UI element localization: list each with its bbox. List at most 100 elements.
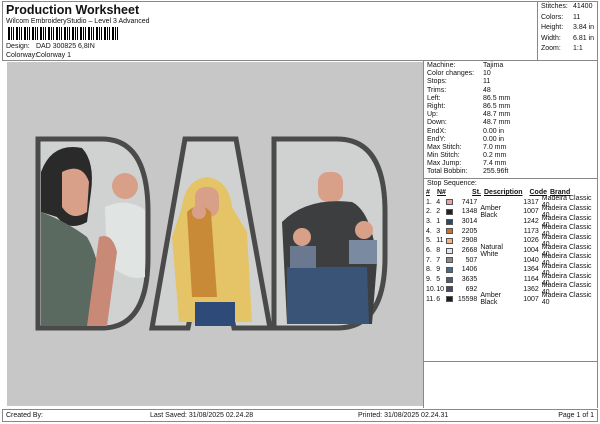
stat-value: 41400 (573, 3, 593, 10)
info-value: Tajima (483, 62, 504, 69)
software-name: Wilcom EmbroideryStudio – Level 3 Advanc… (6, 18, 150, 25)
needle-num: 2 (436, 208, 441, 216)
row-num: 9. (426, 276, 432, 284)
info-label: Stops: (427, 78, 447, 86)
color-swatch (446, 296, 454, 303)
page-title: Production Worksheet (6, 3, 140, 17)
col-desc: Description (484, 188, 523, 196)
info-value: 0.2 mm (483, 152, 507, 160)
sequence-table: 1. 4 7417 1317 Madeira Classic 40 2. 2 1348 Ambe… (424, 195, 597, 307)
info-label: Left: (427, 94, 441, 102)
stat-label: Colors: (541, 13, 564, 21)
thread-code: 1026 (523, 237, 539, 245)
stat-row: Stitches: 41400 (541, 3, 599, 14)
stat-label: Width: (541, 34, 561, 42)
info-row: EndX: 0.00 in (424, 128, 597, 136)
thread-code: 1004 (523, 247, 539, 255)
thread-code: 1007 (523, 208, 539, 216)
info-value: 86.5 mm (483, 102, 511, 110)
stitch-count: 7417 (461, 198, 478, 206)
needle-num: 11 (436, 237, 444, 245)
thread-description: Amber Black (480, 204, 501, 219)
info-value: 48.7 mm (483, 111, 511, 119)
thread-brand: Madeira Classic 40 (541, 292, 592, 307)
stitch-count: 3635 (461, 276, 478, 284)
stitch-count: 1406 (461, 266, 478, 274)
page-number: Page 1 of 1 (558, 412, 594, 419)
info-value: 48 (483, 86, 491, 94)
design-row: Design: DAD 300825 6,8IN (6, 43, 95, 50)
info-row: Stops: 11 (424, 78, 597, 86)
thread-code: 1164 (523, 276, 539, 284)
design-label: Design: (6, 43, 30, 50)
stat-value: 6.81 in (573, 34, 595, 42)
color-swatch (446, 257, 454, 264)
letter-d-left (35, 136, 151, 331)
info-value: 7.0 mm (483, 143, 507, 151)
letter-d-right (271, 136, 388, 331)
stitch-count: 2908 (461, 237, 478, 245)
thread-description: Natural White (480, 243, 503, 258)
color-swatch (446, 266, 454, 273)
info-row: Right: 86.5 mm (424, 103, 597, 111)
thread-code: 1173 (523, 227, 539, 235)
info-value: 0.00 in (483, 135, 505, 143)
row-num: 3. (426, 218, 432, 226)
info-value: 255.96ft (483, 168, 509, 176)
design-preview (7, 62, 423, 406)
needle-num: 8 (436, 247, 441, 255)
needle-num: 9 (436, 266, 441, 274)
info-row: Down: 48.7 mm (424, 119, 597, 127)
stat-value: 3.84 in (573, 24, 595, 31)
thread-code: 1364 (523, 266, 539, 274)
info-value: 7.4 mm (483, 160, 507, 168)
stat-label: Height: (541, 24, 564, 31)
info-value: 10 (483, 70, 491, 78)
stat-row: Width: 6.81 in (541, 35, 599, 46)
info-row: Max Stitch: 7.0 mm (424, 144, 597, 152)
info-label: EndY: (427, 135, 446, 143)
stat-label: Zoom: (541, 45, 561, 52)
printed-date: Printed: 31/08/2025 02.24.31 (358, 412, 449, 419)
stitch-count: 1348 (461, 208, 478, 216)
stitch-count: 2668 (461, 247, 478, 255)
color-swatch (446, 218, 454, 225)
thread-code: 1317 (523, 198, 539, 206)
col-num: # (426, 188, 430, 196)
thread-code: 1040 (523, 256, 539, 264)
info-label: Right: (427, 102, 446, 110)
row-num: 8. (426, 266, 432, 274)
info-label: Trims: (427, 86, 447, 94)
info-label: Total Bobbin: (427, 168, 468, 176)
row-num: 2. (426, 208, 432, 216)
row-num: 1. (426, 198, 432, 206)
colorway-row: Colorway:Colorway 1 (6, 52, 71, 59)
stat-row: Colors: 11 (541, 14, 599, 25)
stat-row: Height: 3.84 in (541, 24, 599, 35)
divider (424, 361, 597, 362)
worksheet-footer: Created By: Last Saved: 31/08/2025 02.24… (2, 409, 598, 422)
row-num: 7. (426, 256, 432, 264)
info-label: Machine: (427, 62, 456, 69)
stat-value: 11 (573, 13, 581, 21)
color-swatch (446, 247, 454, 254)
col-st: St. (472, 188, 481, 196)
barcode (8, 27, 120, 40)
info-value: 48.7 mm (483, 119, 511, 127)
stitch-count: 507 (465, 256, 478, 264)
info-value: 86.5 mm (483, 94, 511, 102)
info-row: Machine: Tajima (424, 62, 597, 70)
created-by: Created By: (6, 412, 43, 419)
row-num: 4. (426, 227, 432, 235)
info-value: 0.00 in (483, 127, 505, 135)
design-stats: Stitches: 41400 Colors: 11 Height: 3.84 in Wid… (537, 2, 599, 60)
stitch-count: 2205 (461, 227, 478, 235)
stat-row: Zoom: 1:1 (541, 45, 599, 56)
needle-num: 7 (436, 256, 441, 264)
info-label: Max Stitch: (427, 143, 462, 151)
color-swatch (446, 199, 454, 206)
design-value: DAD 300825 6,8IN (36, 43, 95, 50)
col-n: N# (437, 188, 446, 196)
info-row: Max Jump: 7.4 mm (424, 160, 597, 168)
thread-code: 1362 (523, 285, 539, 293)
